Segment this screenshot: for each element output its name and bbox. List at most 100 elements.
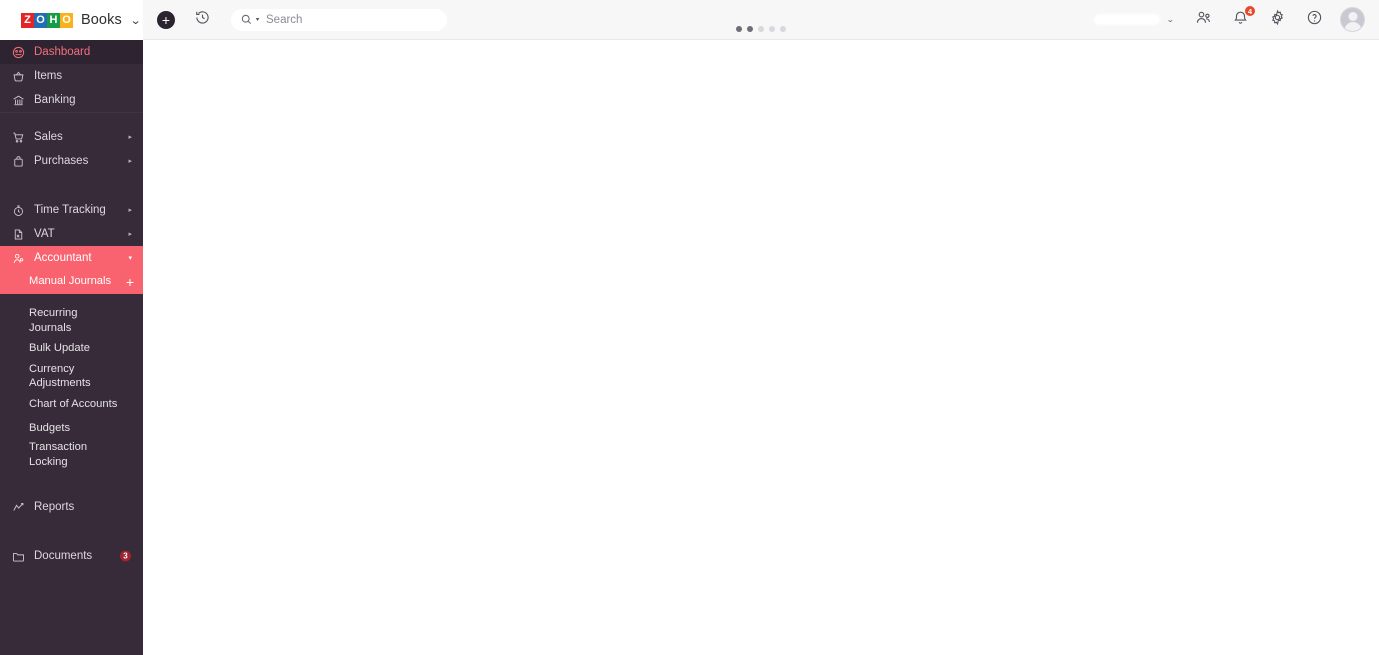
topbar-right-actions: ⌄ 4 [1094, 4, 1365, 32]
loading-dots-indicator [736, 26, 786, 32]
sidebar-item-items[interactable]: Items [0, 64, 143, 88]
sidebar-subitem-currency-adjustments[interactable]: Currency Adjustments [0, 360, 143, 392]
search-input[interactable] [266, 13, 437, 26]
chevron-right-icon: ▸ [128, 230, 132, 238]
loader-dot [780, 26, 786, 32]
loader-dot [747, 26, 753, 32]
brand-product-name: Books [81, 12, 122, 28]
sidebar-subitem-bulk-update[interactable]: Bulk Update [0, 336, 143, 360]
sidebar-subitem-label: Transaction Locking [29, 441, 88, 469]
sidebar-item-label: Documents [34, 550, 93, 563]
dashboard-gauge-icon [11, 45, 26, 60]
logo-letter-o1: O [34, 12, 47, 28]
help-button[interactable] [1303, 9, 1325, 31]
sidebar-subitem-manual-journals[interactable]: Manual Journals + [0, 270, 143, 294]
chevron-right-icon: ▸ [128, 206, 132, 214]
avatar-head-shape [1348, 12, 1357, 21]
bag-icon [11, 154, 26, 169]
app-root: Z O H O Books ⌄ Dashboard Items Banking … [0, 0, 1379, 655]
sidebar-item-label: VAT [34, 228, 55, 240]
notifications-button[interactable]: 4 [1229, 4, 1256, 31]
main-region: + ▾ Search ⌄ 4 [143, 0, 1379, 655]
loader-dot [769, 26, 775, 32]
sidebar-divider [0, 112, 143, 125]
help-question-icon [1306, 9, 1323, 31]
chevron-down-icon: ⌄ [1166, 15, 1175, 24]
accountant-person-icon [11, 251, 26, 266]
sidebar-item-time-tracking[interactable]: Time Tracking ▸ [0, 198, 143, 222]
recent-history-clock-icon [194, 9, 211, 31]
organization-switcher[interactable]: ⌄ [1094, 14, 1175, 25]
search-icon [241, 14, 252, 25]
documents-count-badge: 3 [120, 550, 131, 562]
sidebar: Z O H O Books ⌄ Dashboard Items Banking … [0, 0, 143, 655]
sidebar-item-documents[interactable]: Documents 3 [0, 544, 143, 568]
tax-document-icon [11, 227, 26, 242]
search-scope-chevron-down-icon[interactable]: ▾ [256, 16, 260, 23]
sidebar-item-vat[interactable]: VAT ▸ [0, 222, 143, 246]
sidebar-item-label: Dashboard [34, 46, 91, 58]
gear-settings-icon [1269, 9, 1286, 31]
chevron-right-icon: ▸ [128, 157, 132, 165]
sidebar-subitem-label: Manual Journals [29, 275, 112, 288]
shopping-cart-icon [11, 130, 26, 145]
logo-letter-o2: O [60, 12, 73, 28]
quick-create-button[interactable]: + [155, 9, 177, 31]
folder-icon [11, 549, 26, 564]
sidebar-item-dashboard[interactable]: Dashboard [0, 40, 143, 64]
plus-circle-icon: + [157, 10, 175, 29]
logo-letter-z: Z [21, 12, 34, 28]
bank-icon [11, 93, 26, 108]
avatar-body-shape [1344, 22, 1361, 31]
organization-name-redacted [1094, 14, 1161, 25]
sidebar-subitem-label: Chart of Accounts [29, 397, 118, 410]
sidebar-subitem-budgets[interactable]: Budgets [0, 416, 143, 440]
brand-logo[interactable]: Z O H O Books ⌄ [0, 0, 143, 40]
sidebar-item-banking[interactable]: Banking [0, 88, 143, 112]
contacts-button[interactable] [1192, 9, 1214, 31]
sidebar-item-accountant[interactable]: Accountant ▾ [0, 246, 143, 270]
sidebar-item-label: Time Tracking [34, 204, 106, 216]
contacts-users-icon [1195, 9, 1212, 31]
sidebar-subitem-recurring-journals[interactable]: Recurring Journals [0, 306, 143, 336]
sidebar-item-label: Sales [34, 131, 63, 143]
settings-button[interactable] [1266, 9, 1288, 31]
chevron-down-icon: ▾ [128, 254, 132, 262]
loader-dot [758, 26, 764, 32]
sidebar-subitem-label: Budgets [29, 421, 71, 434]
loader-dot [736, 26, 742, 32]
sidebar-subitem-label: Currency Adjustments [29, 362, 91, 390]
global-search[interactable]: ▾ [231, 8, 447, 31]
sidebar-subitem-transaction-locking[interactable]: Transaction Locking [0, 440, 143, 470]
chevron-right-icon: ▸ [128, 133, 132, 141]
user-avatar[interactable] [1340, 7, 1365, 32]
sidebar-item-label: Items [34, 70, 63, 82]
top-bar: + ▾ Search ⌄ 4 [143, 0, 1379, 40]
sidebar-item-label: Reports [34, 501, 75, 514]
sidebar-item-label: Banking [34, 94, 76, 106]
zoho-logo-icon: Z O H O [21, 12, 73, 28]
main-content-area [143, 40, 1379, 655]
topbar-left-actions: + [155, 9, 213, 31]
sidebar-item-label: Accountant [34, 252, 92, 264]
sidebar-item-sales[interactable]: Sales ▸ [0, 125, 143, 149]
sidebar-item-reports[interactable]: Reports [0, 495, 143, 519]
sidebar-subitem-chart-of-accounts[interactable]: Chart of Accounts [0, 392, 143, 416]
stopwatch-icon [11, 203, 26, 218]
notification-count-badge: 4 [1244, 4, 1256, 17]
recent-history-button[interactable] [191, 9, 213, 31]
chart-line-icon [11, 500, 26, 515]
chevron-down-icon[interactable]: ⌄ [130, 14, 142, 27]
sidebar-item-label: Purchases [34, 155, 89, 167]
sidebar-subitem-label: Recurring Journals [29, 307, 78, 335]
sidebar-nav: Dashboard Items Banking Sales ▸ Purchase… [0, 40, 143, 655]
plus-icon[interactable]: + [126, 275, 134, 289]
sidebar-subitem-label: Bulk Update [29, 341, 90, 354]
basket-icon [11, 69, 26, 84]
logo-letter-h: H [47, 12, 60, 28]
sidebar-item-purchases[interactable]: Purchases ▸ [0, 149, 143, 173]
